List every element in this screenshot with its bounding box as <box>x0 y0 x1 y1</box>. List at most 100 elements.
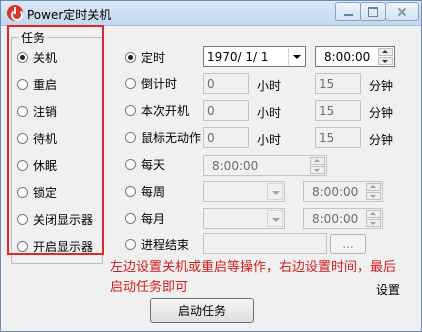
radio-dot <box>17 105 28 117</box>
task-radio-restart[interactable]: 重启 <box>17 76 57 92</box>
timing-radio-scheduled[interactable]: 定时 <box>125 49 165 65</box>
date-value: 1970/ 1/ 1 <box>207 50 269 64</box>
monthly-time-spinner[interactable]: 8:00:00 <box>303 208 383 229</box>
date-picker[interactable]: 1970/ 1/ 1 <box>203 46 306 67</box>
radio-label: 重启 <box>33 77 58 92</box>
window-title: Power定时关机 <box>27 8 112 22</box>
after-boot-hours-field[interactable]: 0 <box>203 100 249 121</box>
monthly-day-select[interactable] <box>203 208 285 229</box>
timing-radio-daily[interactable]: 每天 <box>125 156 165 172</box>
radio-label: 倒计时 <box>141 76 178 91</box>
timing-radio-mouse-idle[interactable]: 鼠标无动作 <box>125 129 201 145</box>
radio-dot <box>17 186 28 198</box>
hours-unit-label: 小时 <box>257 133 282 147</box>
task-radio-monitor-on[interactable]: 开启显示器 <box>17 238 93 254</box>
task-radio-monitor-off[interactable]: 关闭显示器 <box>17 211 93 227</box>
radio-dot <box>125 212 136 224</box>
radio-label: 每天 <box>141 157 166 172</box>
browse-process-button[interactable]: ... <box>330 234 366 254</box>
task-radio-standby[interactable]: 待机 <box>17 130 57 146</box>
field-value: 15 <box>319 104 335 118</box>
chevron-down-icon[interactable] <box>267 183 283 200</box>
weekly-day-select[interactable] <box>203 181 285 202</box>
task-radio-lock[interactable]: 锁定 <box>17 184 57 200</box>
title-bar[interactable]: Power定时关机 <box>1 1 421 26</box>
spin-down-icon[interactable] <box>378 57 393 65</box>
radio-dot <box>17 78 28 90</box>
spin-up-icon[interactable] <box>310 157 325 165</box>
timing-radio-monthly[interactable]: 每月 <box>125 210 165 226</box>
timing-radio-countdown[interactable]: 倒计时 <box>125 75 177 91</box>
minimize-button[interactable] <box>335 2 361 21</box>
field-value: 15 <box>319 77 335 91</box>
close-button[interactable] <box>385 2 419 21</box>
instruction-annotation: 左边设置关机或重启等操作，右边设置时间，最后启动任务即可 <box>110 260 397 295</box>
minutes-unit-label: 分钟 <box>369 133 394 147</box>
start-task-button[interactable]: 启动任务 <box>150 298 254 323</box>
timing-radio-after-boot[interactable]: 本次开机 <box>125 102 189 118</box>
daily-time-spinner[interactable]: 8:00:00 <box>203 155 327 176</box>
timing-radio-weekly[interactable]: 每周 <box>125 183 165 199</box>
spin-up-icon[interactable] <box>378 48 393 56</box>
radio-dot <box>125 77 136 89</box>
maximize-button[interactable] <box>360 2 386 21</box>
time-value: 8:00:00 <box>312 212 359 226</box>
radio-label: 开启显示器 <box>33 239 94 254</box>
time-value: 8:00:00 <box>324 50 371 64</box>
radio-label: 锁定 <box>33 185 58 200</box>
timing-radio-process-end[interactable]: 进程结束 <box>125 236 189 252</box>
radio-dot <box>17 213 28 225</box>
settings-link[interactable]: 设置 <box>376 281 400 298</box>
chevron-down-icon[interactable] <box>288 48 304 65</box>
radio-label: 鼠标无动作 <box>141 130 202 145</box>
radio-dot <box>125 185 136 197</box>
radio-dot <box>17 132 28 144</box>
process-name-field[interactable] <box>203 233 327 254</box>
radio-label: 进程结束 <box>141 237 190 252</box>
radio-label: 休眠 <box>33 158 58 173</box>
radio-label: 关机 <box>33 50 58 65</box>
radio-dot <box>125 158 136 170</box>
radio-label: 注销 <box>33 104 58 119</box>
radio-label: 本次开机 <box>141 103 190 118</box>
task-radio-shutdown[interactable]: 关机 <box>17 49 57 65</box>
radio-label: 待机 <box>33 131 58 146</box>
radio-dot <box>125 238 136 250</box>
radio-label: 每周 <box>141 184 166 199</box>
hours-unit-label: 小时 <box>257 106 282 120</box>
radio-dot <box>17 51 28 63</box>
weekly-time-spinner[interactable]: 8:00:00 <box>303 181 383 202</box>
power-icon <box>7 5 23 21</box>
radio-label: 每月 <box>141 211 166 226</box>
chevron-down-icon[interactable] <box>267 210 283 227</box>
spin-up-icon[interactable] <box>366 210 381 218</box>
spin-down-icon[interactable] <box>366 219 381 227</box>
minutes-unit-label: 分钟 <box>369 79 394 93</box>
task-radio-hibernate[interactable]: 休眠 <box>17 157 57 173</box>
mouse-idle-minutes-field[interactable]: 15 <box>315 127 361 148</box>
minutes-unit-label: 分钟 <box>369 106 394 120</box>
radio-label: 关闭显示器 <box>33 212 94 227</box>
hours-unit-label: 小时 <box>257 79 282 93</box>
time-value: 8:00:00 <box>312 185 359 199</box>
countdown-minutes-field[interactable]: 15 <box>315 73 361 94</box>
radio-dot <box>125 104 136 116</box>
radio-dot <box>125 51 136 63</box>
after-boot-minutes-field[interactable]: 15 <box>315 100 361 121</box>
spin-down-icon[interactable] <box>310 166 325 174</box>
radio-dot <box>17 240 28 252</box>
field-value: 0 <box>207 131 215 145</box>
task-radio-logoff[interactable]: 注销 <box>17 103 57 119</box>
mouse-idle-hours-field[interactable]: 0 <box>203 127 249 148</box>
scheduled-time-spinner[interactable]: 8:00:00 <box>315 46 395 67</box>
time-value: 8:00:00 <box>212 159 259 173</box>
field-value: 15 <box>319 131 335 145</box>
spin-up-icon[interactable] <box>366 183 381 191</box>
radio-label: 定时 <box>141 50 166 65</box>
radio-dot <box>17 159 28 171</box>
spin-down-icon[interactable] <box>366 192 381 200</box>
radio-dot <box>125 131 136 143</box>
countdown-hours-field[interactable]: 0 <box>203 73 249 94</box>
field-value: 0 <box>207 77 215 91</box>
field-value: 0 <box>207 104 215 118</box>
